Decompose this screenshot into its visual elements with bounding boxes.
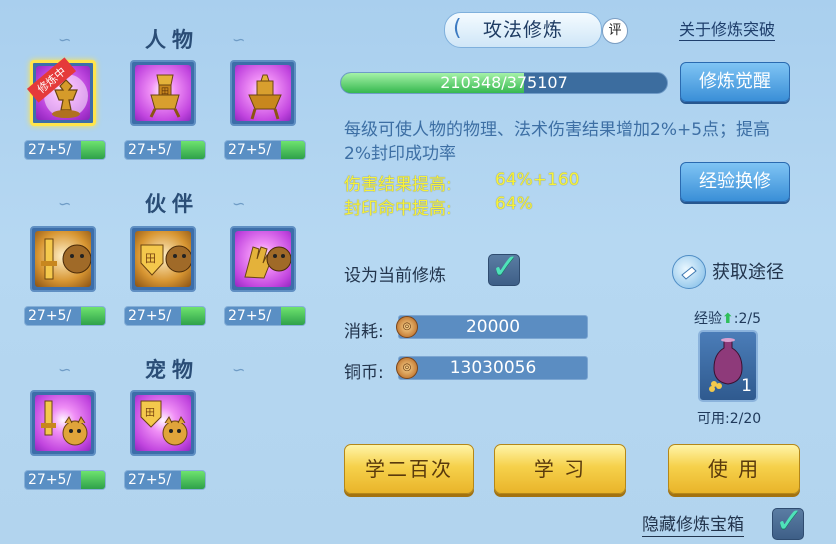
set-current-label: 设为当前修炼 [344,266,446,286]
hide-box-label[interactable]: 隐藏修炼宝箱 [642,514,744,537]
section-title-partner: 伙伴 [145,192,199,216]
item-count: 1 [741,376,752,396]
section-title-character: 人物 [145,28,199,52]
use-button[interactable]: 使 用 [668,444,800,494]
skill-slot-pet-defense[interactable]: 田 [130,390,196,456]
curl-ornament-icon: ( [453,16,463,41]
rate-badge-button[interactable]: 评 [602,18,628,44]
skill-slot-partner-defense[interactable]: 田 [130,226,196,292]
skill-level-bar: 27+5/ [124,470,206,490]
skill-slot-character-magic[interactable] [230,60,296,126]
skill-level-bar: 27+5/ [124,306,206,326]
skill-description: 每级可使人物的物理、法术伤害结果增加2%+5点；提高2%封印成功率 [344,120,771,164]
skill-level-bar: 27+5/ [24,470,106,490]
effect-value-damage: 64%+160 [495,170,580,190]
effect-label-seal: 封印命中提高: [344,199,452,219]
acquire-source-icon[interactable] [672,255,706,289]
exp-label: 经验⬆:2/5 [694,311,761,327]
skill-level-bar: 27+5/ [24,140,106,160]
skill-slot-pet-attack[interactable] [30,390,96,456]
partner-magic-icon [244,246,291,279]
acquire-source-link[interactable]: 获取途径 [712,258,784,284]
skill-slot-character-attack[interactable]: 修炼中 [26,57,96,126]
skill-level-bar: 27+5/ [124,140,206,160]
checkmark-icon: ✓ [491,247,520,287]
learn-200-button[interactable]: 学二百次 [344,444,474,494]
awaken-button[interactable]: 修炼觉醒 [680,62,790,102]
cost-label: 消耗: [344,322,384,342]
skill-slot-character-defense[interactable]: 田 [130,60,196,126]
coins-label: 铜币: [344,363,384,383]
skill-level-bar: 27+5/ [24,306,106,326]
set-current-checkbox[interactable]: ✓ [488,247,520,287]
section-title-pet: 宠物 [145,358,199,382]
pet-defense-icon: 田 [140,400,188,446]
swirl-ornament-icon: ∽ [232,360,246,379]
about-breakthrough-link[interactable]: 关于修炼突破 [679,20,776,41]
skill-level-bar: 27+5/ [224,306,306,326]
exchange-exp-button[interactable]: 经验换修 [680,162,790,202]
coins-value-field: 13030056 [398,356,588,380]
checkmark-icon: ✓ [775,501,804,541]
learn-button[interactable]: 学 习 [494,444,626,494]
swirl-ornament-icon: ∽ [58,194,72,213]
coin-icon: ◎ [396,357,418,379]
svg-text:田: 田 [145,252,156,265]
pet-attack-icon [41,400,88,446]
exp-item-slot[interactable]: 1 [698,330,758,402]
skill-slot-partner-magic[interactable] [230,226,296,292]
partner-attack-icon [41,238,91,280]
swirl-ornament-icon: ∽ [232,194,246,213]
effect-value-seal: 64% [495,194,533,214]
skill-level-bar: 27+5/ [224,140,306,160]
partner-defense-icon: 田 [140,244,191,276]
svg-text:田: 田 [145,408,155,419]
up-arrow-icon: ⬆ [722,311,734,327]
hide-box-checkbox[interactable]: ✓ [772,501,804,541]
coin-icon: ◎ [396,316,418,338]
swirl-ornament-icon: ∽ [58,360,72,379]
item-available: 可用:2/20 [697,411,762,427]
effect-label-damage: 伤害结果提高: [344,175,452,195]
character-defense-icon: 田 [149,74,181,118]
experience-progress-bar: 210348/375107 [340,72,668,94]
skill-slot-partner-attack[interactable] [30,226,96,292]
progress-text: 210348/375107 [440,73,568,92]
panel-title: ( 攻法修炼 [444,12,602,48]
swirl-ornament-icon: ∽ [58,30,72,49]
character-magic-icon [248,74,282,120]
cost-value-field: 20000 [398,315,588,339]
swirl-ornament-icon: ∽ [232,30,246,49]
